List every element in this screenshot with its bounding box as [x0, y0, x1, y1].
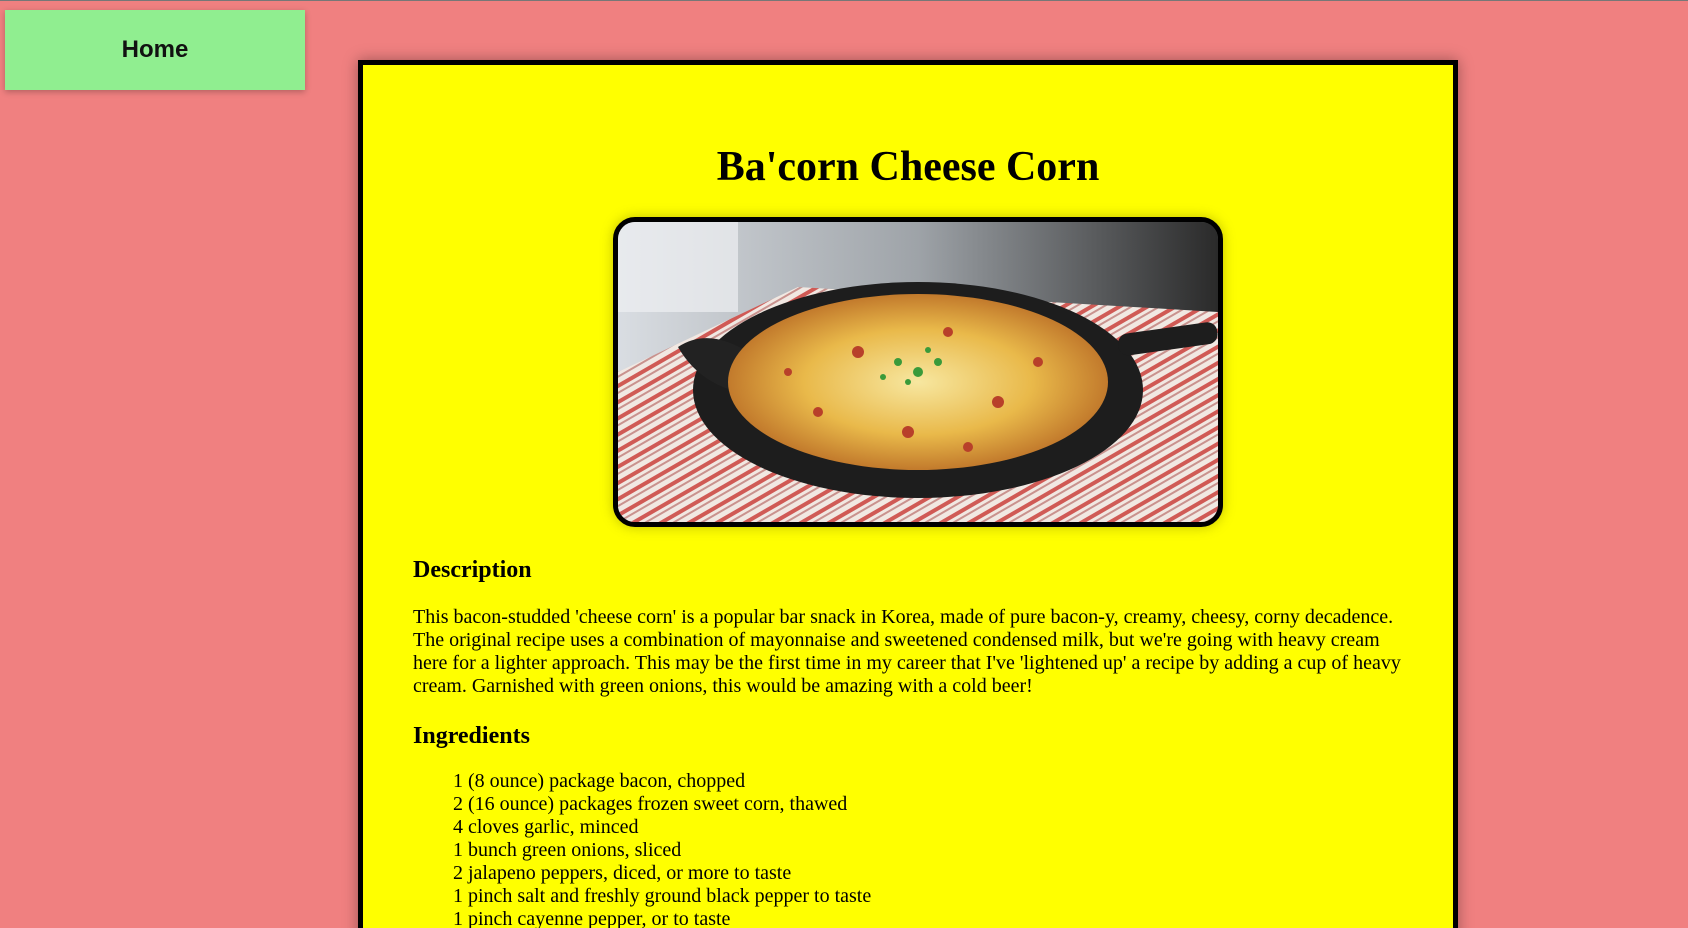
ingredient-item: 1 pinch cayenne pepper, or to taste [453, 908, 731, 928]
ingredient-item: 1 bunch green onions, sliced [453, 839, 682, 861]
description-heading: Description [413, 557, 532, 583]
ingredients-list: 1 (8 ounce) package bacon, chopped 2 (16… [453, 770, 871, 928]
recipe-card: Ba'corn Cheese Corn Description This bac… [358, 60, 1458, 928]
recipe-image [613, 217, 1223, 527]
ingredient-item: 2 (16 ounce) packages frozen sweet corn,… [453, 793, 848, 815]
ingredient-item: 1 pinch salt and freshly ground black pe… [453, 885, 872, 907]
description-text: This bacon-studded 'cheese corn' is a po… [413, 606, 1401, 697]
ingredient-item: 4 cloves garlic, minced [453, 816, 639, 838]
ingredient-item: 1 (8 ounce) package bacon, chopped [453, 770, 746, 792]
ingredient-item: 2 jalapeno peppers, diced, or more to ta… [453, 862, 792, 884]
home-button[interactable]: Home [5, 10, 305, 90]
recipe-title: Ba'corn Cheese Corn [716, 144, 1100, 190]
recipe-photo-illustration [618, 222, 1218, 522]
ingredients-heading: Ingredients [413, 723, 530, 749]
